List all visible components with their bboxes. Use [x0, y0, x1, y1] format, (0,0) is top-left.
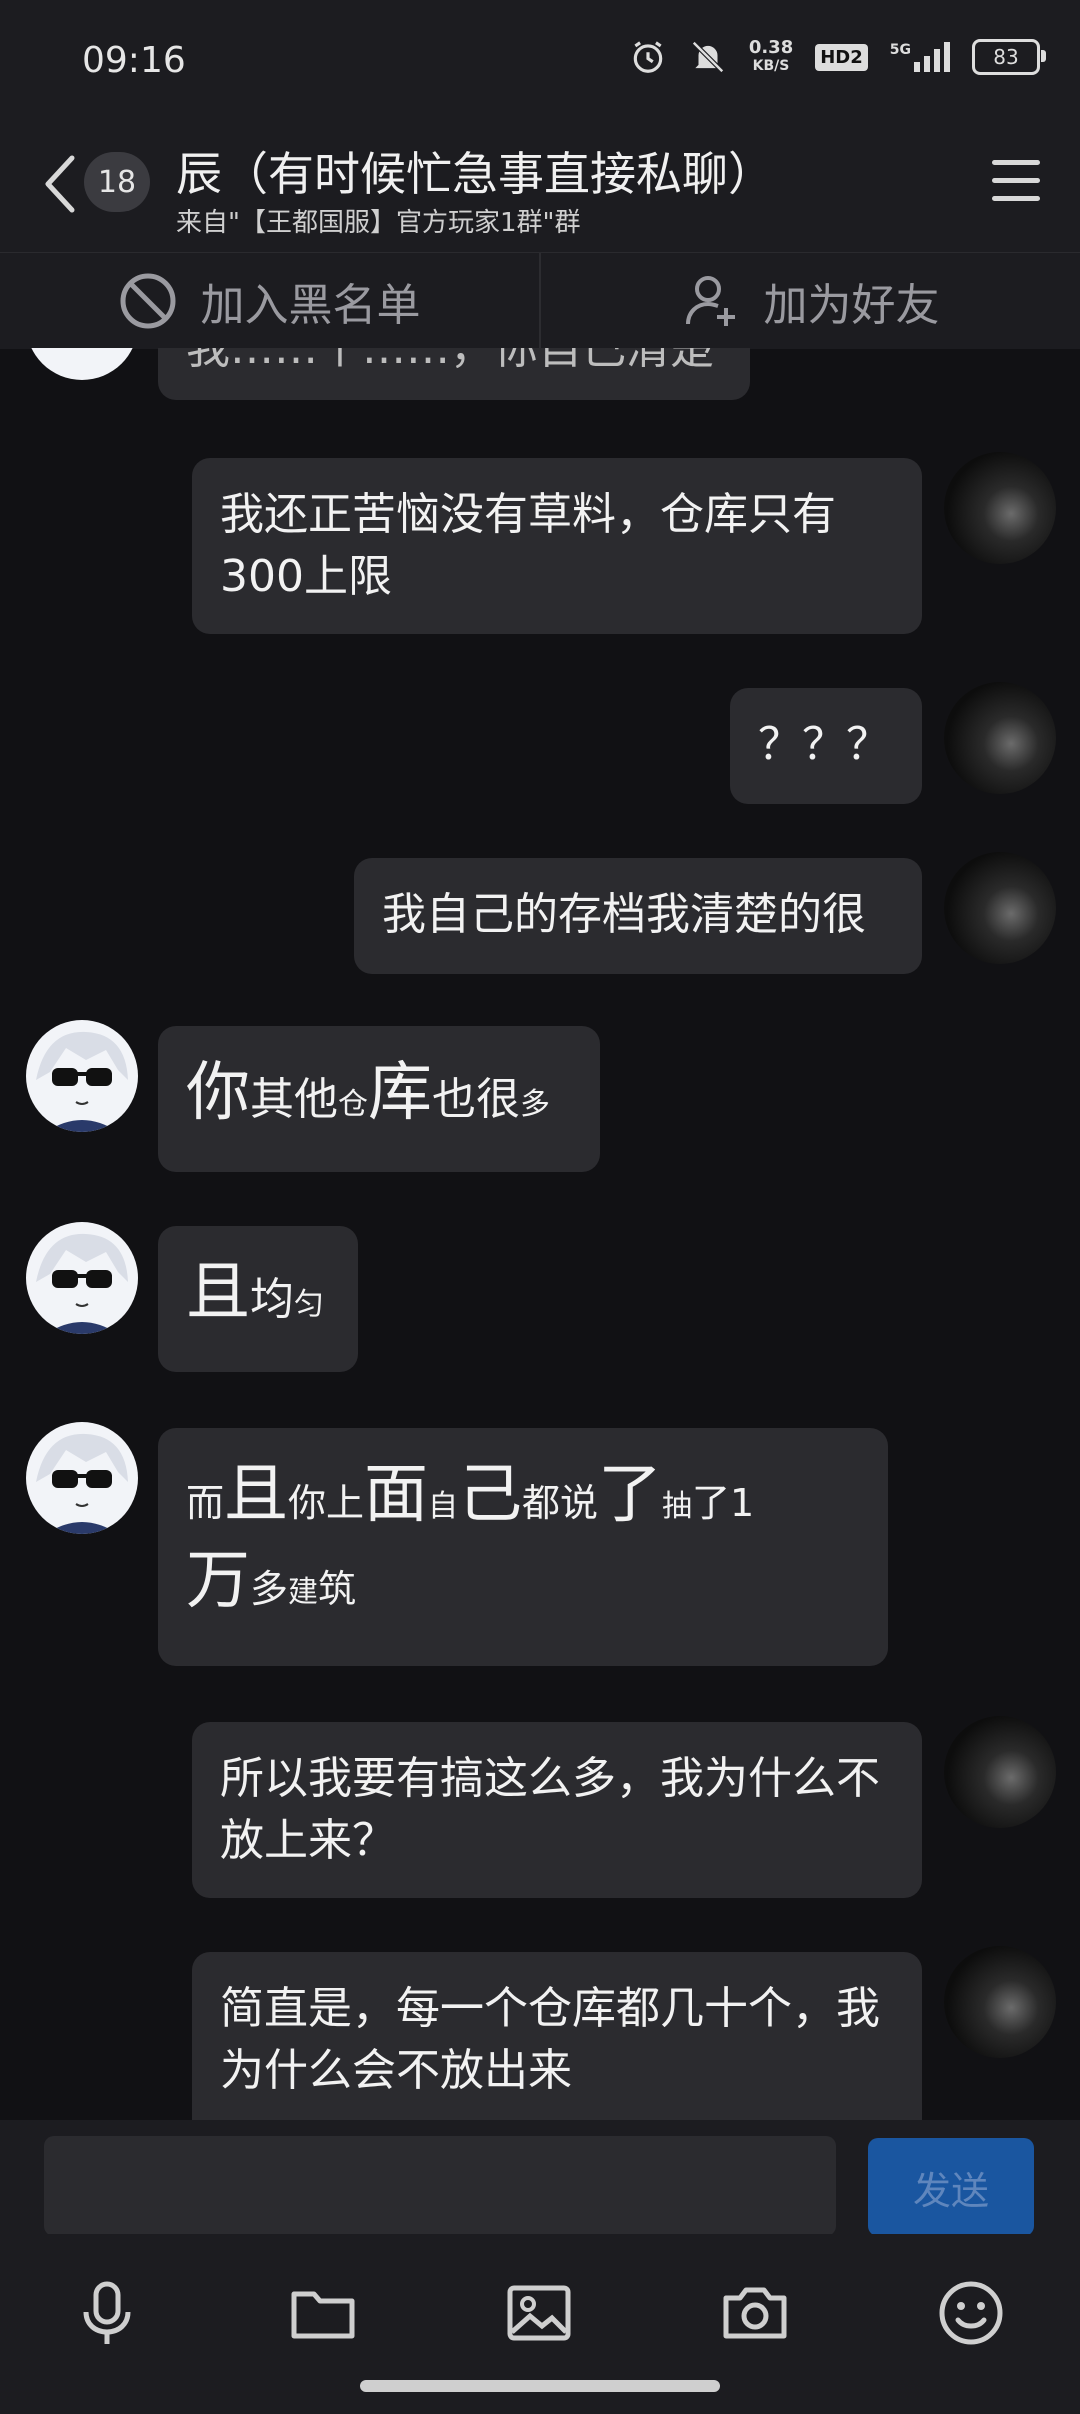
network-speed: 0.38 KB/S — [748, 37, 794, 75]
unread-count-badge[interactable]: 18 — [84, 152, 150, 212]
message-bubble[interactable]: 所以我要有搞这么多，我为什么不放上来？ — [192, 1722, 922, 1898]
status-bar: 09:16 0.38 KB/S HD2 5G 83 — [0, 0, 1080, 120]
avatar[interactable] — [26, 1020, 138, 1132]
message-bubble[interactable]: ？？？ — [730, 688, 922, 804]
blacklist-button[interactable]: 加入黑名单 — [0, 253, 539, 349]
avatar[interactable] — [26, 348, 138, 380]
anime-avatar-icon — [36, 1031, 128, 1132]
battery-indicator: 83 — [972, 39, 1046, 75]
add-user-icon — [685, 276, 735, 326]
menu-icon[interactable] — [992, 160, 1040, 206]
message-bubble[interactable]: 且均匀 — [158, 1226, 358, 1372]
anime-avatar-icon — [36, 1233, 128, 1334]
avatar[interactable] — [944, 1946, 1056, 2058]
chat-title: 辰（有时候忙急事直接私聊） — [176, 147, 774, 201]
chat-area[interactable]: 我……个……，你自己清楚 我还正苦恼没有草料，仓库只有300上限 ？？？ 我自己… — [0, 348, 1080, 2120]
alarm-icon — [633, 41, 663, 73]
blacklist-label: 加入黑名单 — [200, 280, 421, 331]
back-icon[interactable] — [40, 152, 80, 216]
signal-indicator: 5G — [890, 42, 950, 72]
signal-icon — [914, 42, 950, 72]
image-icon[interactable] — [504, 2278, 574, 2348]
message-bubble[interactable]: 我还正苦恼没有草料，仓库只有300上限 — [192, 458, 922, 634]
folder-icon[interactable] — [288, 2278, 358, 2348]
message-bubble[interactable]: 简直是，每一个仓库都几十个，我为什么会不放出来 — [192, 1952, 922, 2120]
emoji-icon[interactable] — [936, 2278, 1006, 2348]
message-bubble[interactable]: 你其他仓库也很多 — [158, 1026, 600, 1172]
avatar[interactable] — [26, 1222, 138, 1334]
message-input[interactable] — [44, 2136, 836, 2236]
add-friend-label: 加为好友 — [763, 280, 940, 331]
home-indicator[interactable] — [360, 2380, 720, 2392]
chat-subtitle: 来自"【王都国服】官方玩家1群"群 — [176, 208, 581, 238]
action-bar: 加入黑名单 加为好友 — [0, 252, 1080, 349]
block-icon — [120, 273, 175, 329]
add-friend-button[interactable]: 加为好友 — [539, 253, 1080, 349]
message-bubble[interactable]: 我……个……，你自己清楚 — [158, 348, 750, 400]
avatar[interactable] — [26, 1422, 138, 1534]
avatar[interactable] — [944, 452, 1056, 564]
anime-avatar-icon — [36, 1433, 128, 1534]
chat-header: 18 辰（有时候忙急事直接私聊） 来自"【王都国服】官方玩家1群"群 — [0, 120, 1080, 252]
microphone-icon[interactable] — [72, 2278, 142, 2348]
input-bar: 发送 — [0, 2120, 1080, 2236]
avatar[interactable] — [944, 682, 1056, 794]
camera-icon[interactable] — [720, 2278, 790, 2348]
send-button[interactable]: 发送 — [868, 2138, 1034, 2236]
message-bubble[interactable]: 而且你上面自己都说了抽了1 万多建筑 — [158, 1428, 888, 1666]
mute-bell-icon — [691, 41, 724, 73]
status-icons: 0.38 KB/S HD2 5G 83 — [629, 37, 1046, 76]
message-bubble[interactable]: 我自己的存档我清楚的很 — [354, 858, 922, 974]
hd-badge: HD2 — [815, 43, 868, 71]
avatar[interactable] — [944, 1716, 1056, 1828]
status-time: 09:16 — [82, 40, 186, 81]
avatar[interactable] — [944, 852, 1056, 964]
